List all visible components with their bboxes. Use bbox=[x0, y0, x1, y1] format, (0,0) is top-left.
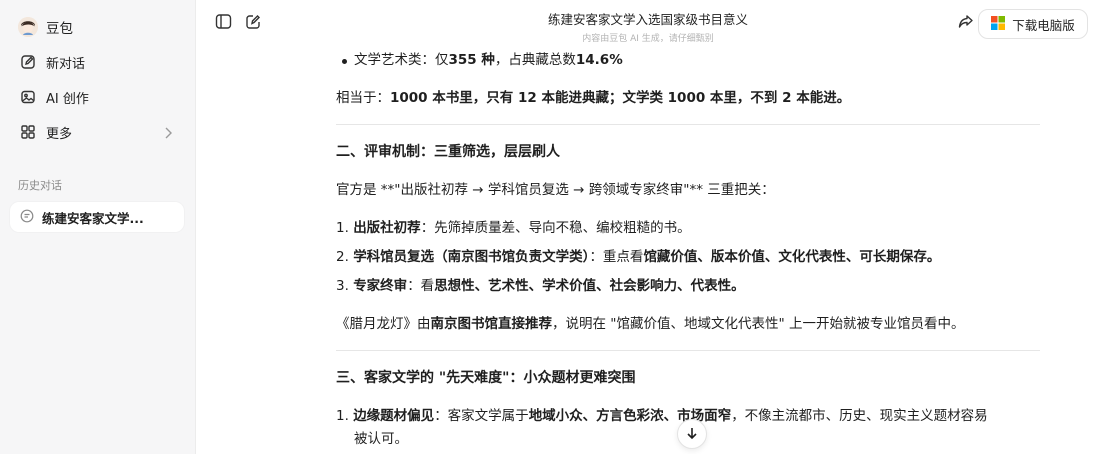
text: ：看 bbox=[407, 278, 435, 294]
list-number: 2. bbox=[336, 249, 349, 265]
image-icon bbox=[20, 89, 36, 105]
new-chat-button[interactable]: 新对话 bbox=[10, 47, 186, 77]
download-label: 下载电脑版 bbox=[1012, 17, 1075, 33]
text: 文学艺术类：仅 bbox=[354, 52, 449, 68]
history-item-label: 练建安客家文学... bbox=[42, 210, 144, 226]
bold-text: 14.6% bbox=[575, 52, 623, 68]
list-item: 3. 专家终审：看思想性、艺术性、学术价值、社会影响力、代表性。 bbox=[336, 276, 745, 296]
arrow-down-icon bbox=[685, 425, 699, 444]
text: 相当于： bbox=[336, 90, 390, 106]
brand-name: 豆包 bbox=[46, 21, 73, 37]
list-item-continuation: 被认可。 bbox=[354, 431, 408, 447]
new-chat-icon bbox=[20, 54, 36, 70]
text: ，说明在 "馆藏价值、地域文化代表性" 上一开始就被专业馆员看中。 bbox=[552, 316, 965, 332]
nav-label: 更多 bbox=[46, 126, 73, 142]
windows-icon bbox=[991, 15, 1006, 33]
ai-create-button[interactable]: AI 创作 bbox=[10, 82, 186, 112]
bullet-dot bbox=[342, 59, 347, 64]
bold-text: 边缘题材偏见 bbox=[353, 408, 435, 424]
bold-text: 专家终审 bbox=[353, 278, 408, 294]
sidebar: 豆包 新对话 AI 创作 更多 历史对话 练建安客家文学... bbox=[0, 0, 196, 454]
divider bbox=[336, 350, 1040, 351]
avatar bbox=[18, 17, 38, 37]
nav-label: 新对话 bbox=[46, 56, 86, 72]
paragraph: 《腊月龙灯》由南京图书馆直接推荐，说明在 "馆藏价值、地域文化代表性" 上一开始… bbox=[336, 314, 965, 334]
share-button[interactable] bbox=[956, 14, 974, 32]
bold-text: 学科馆员复选（南京图书馆负责文学类） bbox=[353, 249, 590, 265]
more-button[interactable]: 更多 bbox=[10, 117, 186, 147]
history-section-label: 历史对话 bbox=[18, 179, 62, 192]
history-item[interactable]: 练建安客家文学... bbox=[10, 202, 184, 232]
text: 《腊月龙灯》由 bbox=[336, 316, 431, 332]
bold-text: 思想性、艺术性、学术价值、社会影响力、代表性。 bbox=[434, 278, 745, 294]
bullet-item: 文学艺术类：仅355 种，占典藏总数14.6% bbox=[354, 50, 623, 70]
list-number: 1. bbox=[336, 220, 349, 236]
text: ：重点看 bbox=[589, 249, 644, 265]
nav-label: AI 创作 bbox=[46, 91, 89, 107]
section-heading: 二、评审机制：三重筛选，层层刷人 bbox=[336, 144, 560, 160]
brand[interactable]: 豆包 bbox=[18, 17, 73, 37]
chevron-right-icon bbox=[162, 125, 174, 144]
chat-bubble-icon bbox=[20, 208, 34, 227]
header: 练建安客家文学入选国家级书目意义 内容由豆包 AI 生成，请仔细甄别 下载电脑版 bbox=[196, 0, 1100, 46]
bold-text: 南京图书馆直接推荐 bbox=[430, 316, 553, 332]
grid-icon bbox=[20, 124, 36, 140]
divider bbox=[336, 124, 1040, 125]
section-heading: 三、客家文学的 "先天难度"：小众题材更难突围 bbox=[336, 370, 636, 386]
paragraph: 官方是 **"出版社初荐 → 学科馆员复选 → 跨领域专家终审"** 三重把关： bbox=[336, 182, 775, 198]
bold-text: 馆藏价值、版本价值、文化代表性、可长期保存。 bbox=[643, 249, 941, 265]
text: ：先筛掉质量差、导向不稳、编校粗糙的书。 bbox=[420, 220, 691, 236]
text: ：客家文学属于 bbox=[434, 408, 529, 424]
paragraph: 相当于：1000 本书里，只有 12 本能进典藏；文学类 1000 本里，不到 … bbox=[336, 88, 850, 108]
text: ，不像主流都市、历史、现实主义题材容易 bbox=[731, 408, 988, 424]
scroll-to-bottom-button[interactable] bbox=[677, 419, 707, 449]
message-content: 文学艺术类：仅355 种，占典藏总数14.6% 相当于：1000 本书里，只有 … bbox=[336, 46, 1040, 454]
bold-text: 1000 本书里，只有 12 本能进典藏；文学类 1000 本里，不到 2 本能… bbox=[390, 90, 851, 106]
bold-text: 355 种 bbox=[448, 52, 495, 68]
list-item: 2. 学科馆员复选（南京图书馆负责文学类）：重点看馆藏价值、版本价值、文化代表性… bbox=[336, 247, 940, 267]
list-number: 1. bbox=[336, 408, 349, 424]
download-desktop-button[interactable]: 下载电脑版 bbox=[978, 9, 1088, 39]
share-icon bbox=[957, 13, 974, 34]
list-item: 1. 边缘题材偏见：客家文学属于地域小众、方言色彩浓、市场面窄，不像主流都市、历… bbox=[336, 406, 988, 426]
bold-text: 出版社初荐 bbox=[353, 220, 421, 236]
list-number: 3. bbox=[336, 278, 349, 294]
list-item: 1. 出版社初荐：先筛掉质量差、导向不稳、编校粗糙的书。 bbox=[336, 218, 691, 238]
text: ，占典藏总数 bbox=[494, 52, 576, 68]
